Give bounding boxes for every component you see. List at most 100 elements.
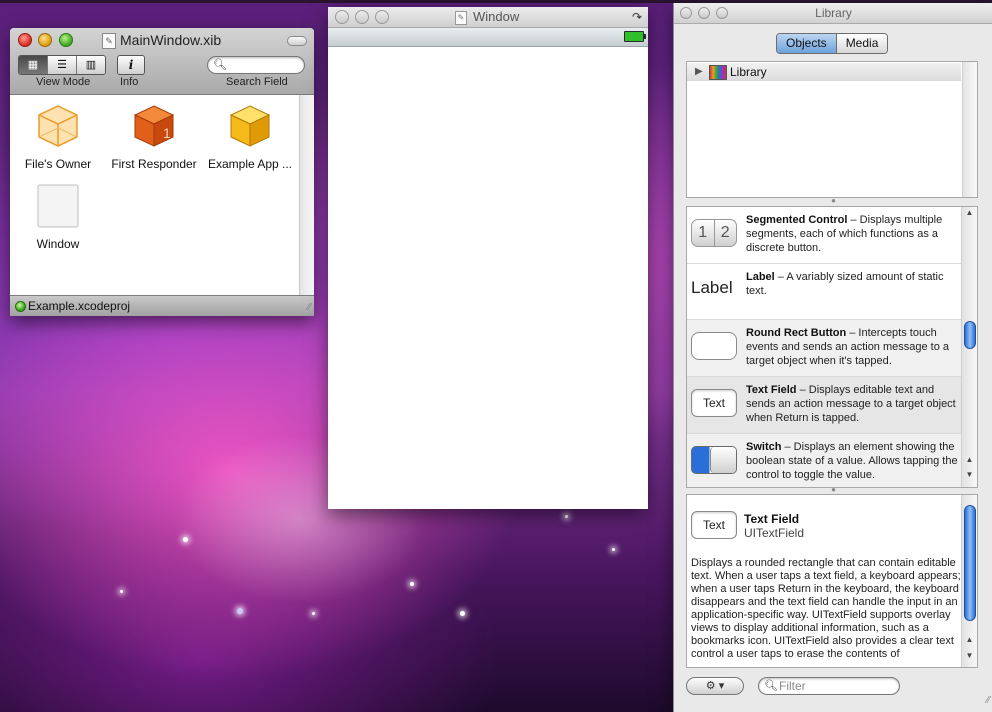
battery-icon (624, 31, 646, 42)
desktop-star (410, 582, 414, 586)
detail-header: Text Text Field UITextField (687, 495, 961, 545)
library-titlebar: Library (674, 3, 992, 24)
segmented-control-thumb: 12 (691, 217, 737, 247)
label-thumb: Label (691, 274, 737, 304)
tab-media[interactable]: Media (836, 34, 888, 53)
library-title: Library (815, 6, 852, 20)
library-bottom-bar: ⚙ ▾ 🔍︎ Filter ⁄⁄ (674, 673, 992, 709)
search-field-label: Search Field (226, 76, 288, 88)
tree-scrollbar[interactable] (962, 62, 977, 197)
list-view-icon[interactable]: ☰ (48, 56, 77, 74)
scroll-up-arrow-icon[interactable]: ▲ (963, 207, 976, 218)
detail-scrollbar[interactable]: ▲ ▼ (961, 495, 977, 667)
project-name[interactable]: Example.xcodeproj (28, 299, 130, 313)
disclosure-triangle-icon[interactable]: ▶ (695, 66, 703, 77)
object-window[interactable]: Window (10, 184, 106, 251)
file-owner-cube-icon (38, 105, 78, 147)
view-mode-segmented[interactable]: ▦ ☰ ▥ (18, 55, 106, 75)
scroll-thumb[interactable] (964, 321, 976, 349)
scroll-up-arrow-icon[interactable]: ▲ (963, 454, 976, 465)
project-status-dot-icon (15, 301, 26, 312)
item-description: Segmented Control – Displays multiple se… (746, 213, 958, 255)
filter-input[interactable]: 🔍︎ Filter (758, 677, 900, 695)
item-name: Label (746, 271, 775, 283)
object-list-scrollbar[interactable]: ▲ ▲ ▼ (961, 207, 977, 487)
object-files-owner[interactable]: File's Owner (10, 104, 106, 171)
chevron-down-icon: ▾ (718, 680, 725, 692)
resize-grip-icon[interactable]: ⁄⁄ (308, 302, 311, 313)
list-item[interactable]: Switch – Displays an element showing the… (687, 434, 961, 487)
info-button[interactable]: i (117, 55, 145, 75)
window-canvas[interactable] (328, 47, 648, 509)
list-item[interactable]: Label Label – A variably sized amount of… (687, 264, 961, 320)
object-first-responder[interactable]: 1 First Responder (106, 104, 202, 171)
item-description: Round Rect Button – Intercepts touch eve… (746, 326, 958, 368)
tree-row-library[interactable]: ▶ Library (687, 63, 961, 81)
minimize-button[interactable] (355, 10, 369, 24)
list-item[interactable]: Text Text Field – Displays editable text… (687, 377, 961, 434)
xib-vertical-scrollbar[interactable] (299, 95, 314, 295)
zoom-button[interactable] (375, 10, 389, 24)
library-panel[interactable]: Library Objects Media ▶ Library ● 12 Seg… (673, 3, 992, 712)
detail-thumb-text: Text (691, 511, 737, 539)
desktop-star (460, 611, 465, 616)
desktop-star (120, 590, 123, 593)
library-books-icon (709, 65, 727, 80)
scroll-thumb[interactable] (964, 505, 976, 621)
app-delegate-cube-icon (229, 105, 271, 147)
item-text: – A variably sized amount of static text… (746, 271, 944, 297)
object-example-app-delegate[interactable]: Example App ... (202, 104, 298, 171)
segment-label: 1 (692, 220, 715, 246)
object-label: First Responder (111, 157, 197, 171)
library-tabs[interactable]: Objects Media (776, 33, 889, 54)
detail-class-name: UITextField (744, 526, 805, 540)
window-editor[interactable]: ✎ Window ↷ (328, 7, 648, 509)
desktop-star (237, 608, 243, 614)
window-editor-titlebar: ✎ Window ↷ (328, 7, 648, 28)
object-detail-pane: Text Text Field UITextField Displays a r… (686, 494, 978, 668)
library-tree[interactable]: ▶ Library (686, 61, 978, 198)
xib-document-window[interactable]: ✎ MainWindow.xib ▦ ☰ ▥ View Mode i Info … (10, 28, 314, 316)
text-field-thumb: Text (691, 387, 737, 417)
desktop-star (183, 537, 188, 542)
split-handle-icon[interactable]: ● (674, 486, 992, 494)
search-icon: 🔍︎ (764, 680, 778, 692)
toolbar-toggle-button[interactable] (287, 36, 307, 46)
split-handle-icon[interactable]: ● (674, 197, 992, 205)
simulated-status-bar (328, 28, 648, 47)
desktop-star (612, 548, 615, 551)
text-field-thumb-text: Text (691, 389, 737, 417)
list-item[interactable]: 12 Segmented Control – Displays multiple… (687, 207, 961, 264)
close-button[interactable] (18, 33, 32, 47)
icon-view-icon[interactable]: ▦ (19, 56, 48, 74)
item-name: Switch (746, 441, 782, 453)
xib-status-bar: Example.xcodeproj ⁄⁄ (10, 295, 314, 316)
search-input[interactable]: 🔍︎ (207, 56, 305, 74)
scroll-down-arrow-icon[interactable]: ▼ (963, 650, 976, 661)
resize-grip-icon[interactable]: ⁄⁄ (987, 695, 990, 706)
close-button[interactable] (335, 10, 349, 24)
gear-menu-button[interactable]: ⚙ ▾ (686, 677, 744, 695)
scroll-up-arrow-icon[interactable]: ▲ (963, 634, 976, 645)
switch-thumb (691, 444, 737, 474)
xib-toolbar: ✎ MainWindow.xib ▦ ☰ ▥ View Mode i Info … (10, 28, 314, 95)
column-view-icon[interactable]: ▥ (77, 56, 105, 74)
view-mode-label: View Mode (36, 76, 91, 88)
zoom-button[interactable] (59, 33, 73, 47)
object-label: Window (36, 237, 80, 251)
tab-objects[interactable]: Objects (777, 34, 837, 53)
list-item[interactable]: Round Rect Button – Intercepts touch eve… (687, 320, 961, 377)
item-description: Text Field – Displays editable text and … (746, 383, 958, 425)
rotate-icon[interactable]: ↷ (632, 10, 642, 24)
item-description: Switch – Displays an element showing the… (746, 440, 958, 482)
scroll-down-arrow-icon[interactable]: ▼ (963, 469, 976, 480)
label-thumb-text: Label (691, 278, 733, 297)
desktop-star (312, 612, 315, 615)
minimize-button[interactable] (38, 33, 52, 47)
window-doc-icon: ✎ (455, 11, 467, 25)
item-name: Segmented Control (746, 214, 848, 226)
window-title: MainWindow.xib (120, 32, 222, 48)
xib-file-icon: ✎ (102, 33, 116, 49)
object-list[interactable]: 12 Segmented Control – Displays multiple… (686, 206, 978, 488)
svg-text:1: 1 (163, 125, 171, 141)
